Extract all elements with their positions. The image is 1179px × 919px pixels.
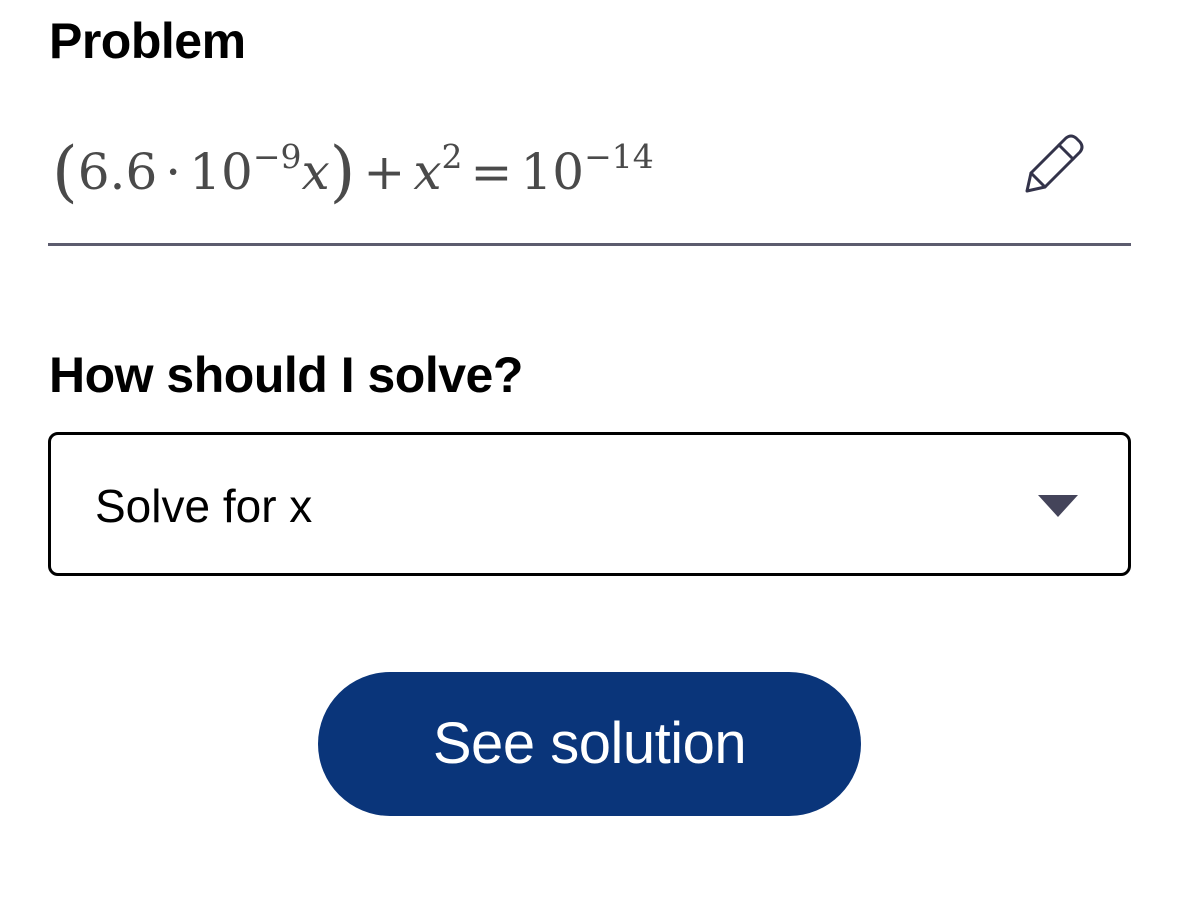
exponent-1: −9: [252, 137, 302, 176]
selected-method: Solve for x: [95, 480, 313, 532]
caret-down-icon: [1038, 495, 1078, 517]
method-question: How should I solve?: [49, 347, 523, 403]
see-solution-button[interactable]: See solution: [318, 672, 861, 816]
coefficient: 6.6: [77, 143, 158, 201]
exponent-2: 2: [441, 137, 463, 176]
power-base-2: 10: [520, 143, 585, 201]
equals-sign: =: [470, 143, 513, 201]
plus-operator: +: [363, 143, 406, 201]
pencil-icon: [1025, 134, 1084, 193]
variable-x-2: x: [413, 143, 442, 201]
solve-method-dropdown[interactable]: Solve for x: [48, 432, 1131, 576]
edit-problem-button[interactable]: [1016, 130, 1088, 202]
power-base-1: 10: [189, 143, 253, 201]
dot-operator: ·: [165, 143, 182, 201]
exponent-3: −14: [584, 137, 654, 176]
problem-heading: Problem: [49, 13, 246, 69]
open-paren: (: [52, 133, 78, 210]
close-paren: ): [329, 133, 356, 210]
equation-field[interactable]: (6.6 · 10−9x) + x2 = 10−14: [48, 120, 1131, 246]
equation-display[interactable]: (6.6 · 10−9x) + x2 = 10−14: [52, 132, 654, 207]
variable-x-1: x: [301, 143, 330, 201]
